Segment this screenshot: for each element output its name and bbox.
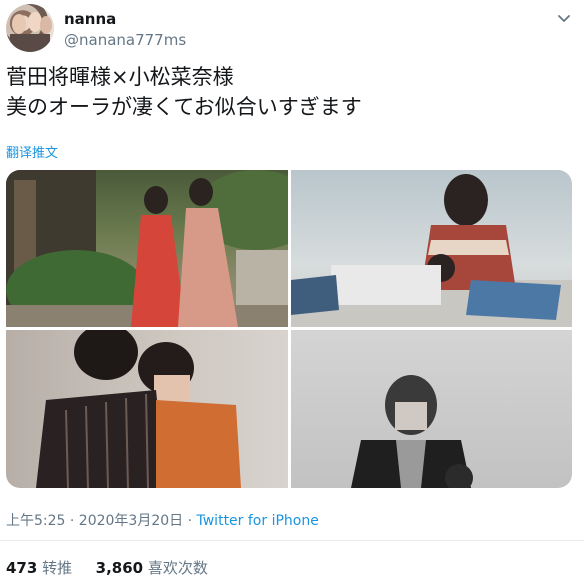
user-handle[interactable]: @nanana777ms: [64, 31, 186, 49]
media-grid: [6, 170, 572, 488]
photo-4[interactable]: [291, 330, 572, 488]
like-label[interactable]: 喜欢次数: [148, 559, 208, 577]
retweet-label[interactable]: 转推: [42, 559, 72, 577]
tweet-text: 菅田将暉様×小松菜奈様 美のオーラが凄くてお似合いすぎます: [6, 62, 566, 122]
translate-link[interactable]: 翻译推文: [6, 142, 58, 161]
divider: [0, 540, 584, 541]
retweet-count[interactable]: 473: [6, 559, 37, 577]
source-link[interactable]: Twitter for iPhone: [197, 513, 319, 529]
photo-3[interactable]: [6, 330, 288, 488]
like-count[interactable]: 3,860: [96, 559, 143, 577]
tweet-stats: 473 转推 3,860 喜欢次数: [6, 557, 208, 578]
photo-2[interactable]: [291, 170, 572, 327]
photo-1[interactable]: [6, 170, 288, 327]
tweet-text-line: 菅田将暉様×小松菜奈様: [6, 65, 234, 89]
timestamp-text[interactable]: 上午5:25 · 2020年3月20日 ·: [6, 513, 197, 529]
user-name[interactable]: nanna: [64, 10, 116, 28]
tweet-header: nanna @nanana777ms: [6, 4, 576, 54]
avatar[interactable]: [6, 4, 54, 52]
chevron-down-icon[interactable]: [556, 10, 572, 26]
tweet-text-line: 美のオーラが凄くてお似合いすぎます: [6, 95, 362, 119]
tweet-timestamp: 上午5:25 · 2020年3月20日 · Twitter for iPhone: [6, 510, 319, 530]
